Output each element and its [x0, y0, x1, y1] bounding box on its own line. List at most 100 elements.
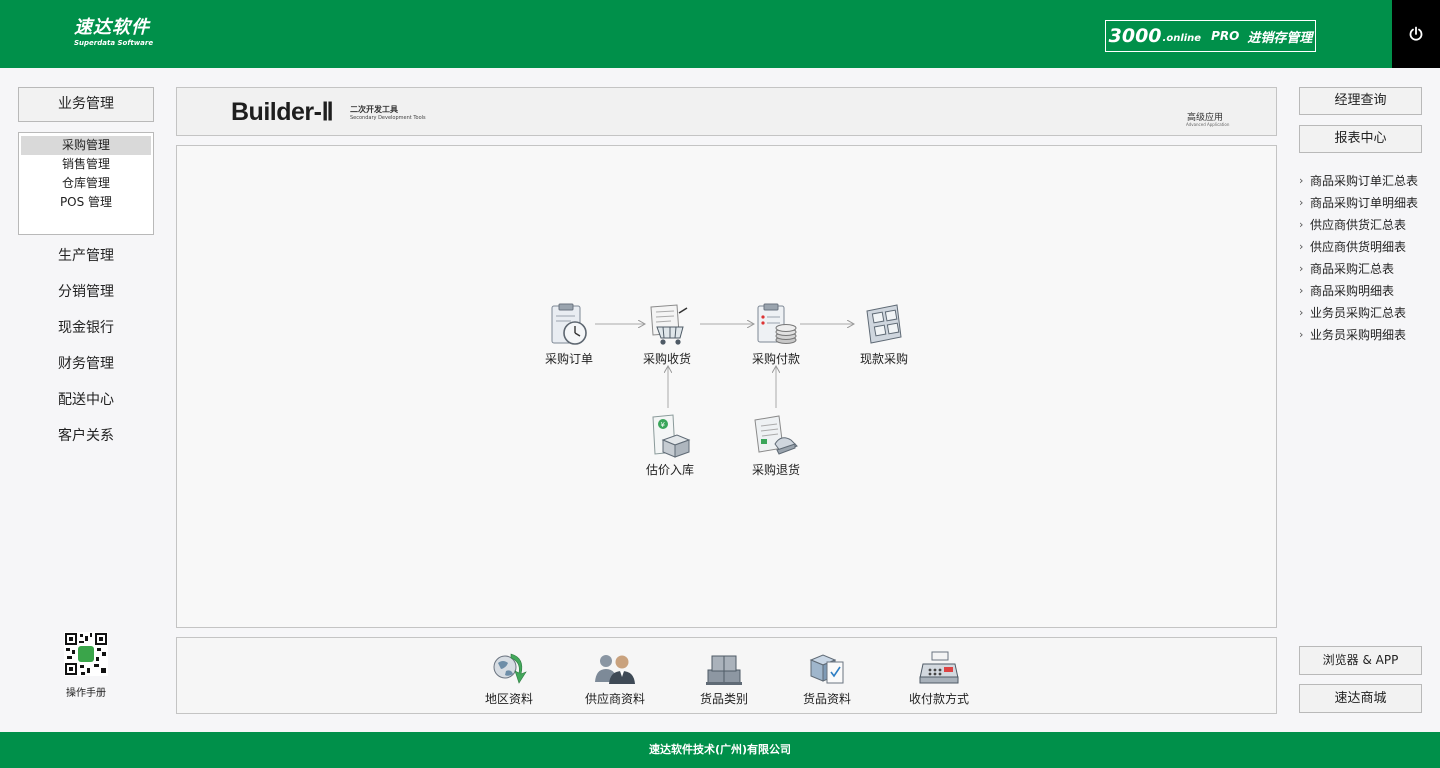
power-button[interactable] [1392, 0, 1440, 68]
boxes-stack-icon [706, 655, 742, 685]
business-submenu: 采购管理 销售管理 仓库管理 POS 管理 [18, 132, 154, 235]
report-link[interactable]: › 商品采购汇总表 [1299, 258, 1440, 280]
product-online: .online [1162, 33, 1202, 44]
tool-region-data[interactable]: 地区资料 [459, 650, 559, 707]
report-link[interactable]: › 业务员采购汇总表 [1299, 302, 1440, 324]
chevron-right-icon: › [1299, 218, 1304, 231]
business-management-button[interactable]: 业务管理 [18, 87, 154, 122]
submenu-item-sales[interactable]: 销售管理 [21, 155, 151, 174]
company-name: 速达软件技术(广州)有限公司 [648, 743, 792, 756]
calculator-icon [866, 304, 902, 344]
cash-register-icon [919, 651, 959, 684]
tool-goods-data[interactable]: 货品资料 [777, 650, 877, 707]
power-icon [1409, 26, 1423, 41]
submenu-item-pos[interactable]: POS 管理 [21, 193, 151, 212]
module-finance[interactable]: 财务管理 [18, 348, 154, 384]
clipboard-clock-icon [551, 303, 587, 345]
workflow-arrows [595, 146, 1278, 408]
chevron-right-icon: › [1299, 328, 1304, 341]
submenu-item-warehouse[interactable]: 仓库管理 [21, 174, 151, 193]
report-link[interactable]: › 供应商供货汇总表 [1299, 214, 1440, 236]
module-delivery[interactable]: 配送中心 [18, 384, 154, 420]
chevron-right-icon: › [1299, 262, 1304, 275]
node-label: 采购订单 [544, 352, 593, 366]
banner-title: Builder-Ⅱ [231, 98, 334, 126]
tool-label: 货品资料 [802, 692, 851, 706]
report-label: 商品采购订单汇总表 [1310, 174, 1419, 188]
tool-supplier-data[interactable]: 供应商资料 [565, 650, 665, 707]
money-box-icon: ¥ [652, 414, 691, 458]
return-receipt-icon [754, 415, 798, 455]
node-purchase-receive[interactable]: 采购收货 [622, 303, 712, 367]
module-distribution[interactable]: 分销管理 [18, 276, 154, 312]
product-number: 3000 [1108, 25, 1162, 47]
node-label: 估价入库 [645, 463, 694, 477]
manual-link[interactable]: 操作手册 [56, 632, 116, 699]
tool-payment-method[interactable]: 收付款方式 [889, 650, 989, 707]
people-icon [595, 655, 635, 684]
tool-label: 货品类别 [699, 692, 748, 706]
tool-label: 收付款方式 [908, 692, 969, 706]
node-purchase-return[interactable]: 采购退货 [731, 414, 821, 478]
builder-banner[interactable]: Builder-Ⅱ 二次开发工具 Secondary Development T… [176, 87, 1277, 136]
report-label: 业务员采购明细表 [1310, 328, 1407, 342]
node-purchase-payment[interactable]: 采购付款 [731, 303, 821, 367]
chevron-right-icon: › [1299, 196, 1304, 209]
node-label: 现款采购 [859, 352, 908, 366]
advanced-app-en: Advanced Application [1186, 122, 1230, 127]
report-label: 供应商供货汇总表 [1310, 218, 1407, 232]
base-data-toolbar: 地区资料 供应商资料 货品类别 货品资料 收付款方式 [176, 637, 1277, 714]
product-name: 进销存管理 [1247, 30, 1313, 46]
node-cash-purchase[interactable]: 现款采购 [839, 303, 929, 367]
report-label: 商品采购明细表 [1310, 284, 1395, 298]
logo-text-cn: 速达软件 [74, 17, 150, 38]
module-production[interactable]: 生产管理 [18, 240, 154, 276]
node-label: 采购退货 [751, 463, 800, 477]
banner-subtitle-en: Secondary Development Tools [350, 115, 426, 121]
mall-button[interactable]: 速达商城 [1299, 684, 1422, 713]
chevron-right-icon: › [1299, 240, 1304, 253]
report-link[interactable]: › 商品采购订单汇总表 [1299, 170, 1440, 192]
report-link[interactable]: › 商品采购订单明细表 [1299, 192, 1440, 214]
submenu-item-purchase[interactable]: 采购管理 [21, 136, 151, 155]
manager-query-button[interactable]: 经理查询 [1299, 87, 1422, 115]
logo-text-en: Superdata Software [74, 39, 154, 47]
report-link[interactable]: › 商品采购明细表 [1299, 280, 1440, 302]
workflow-canvas: 采购订单 采购收货 采购付款 现款采购 ¥ 估价入库 采购退货 [176, 145, 1277, 628]
app-header: 速达软件 Superdata Software 3000 .online PRO… [0, 0, 1440, 68]
report-label: 供应商供货明细表 [1310, 240, 1407, 254]
qr-code-icon [64, 632, 108, 676]
module-crm[interactable]: 客户关系 [18, 420, 154, 456]
module-cash-bank[interactable]: 现金银行 [18, 312, 154, 348]
product-badge: 3000 .online PRO 进销存管理 [1105, 20, 1316, 52]
globe-arrow-icon [493, 653, 527, 684]
tool-label: 地区资料 [484, 692, 533, 706]
tool-label: 供应商资料 [584, 692, 645, 706]
report-list: › 商品采购订单汇总表 › 商品采购订单明细表 › 供应商供货汇总表 › 供应商供货明细… [1299, 170, 1440, 346]
browser-app-button[interactable]: 浏览器 & APP [1299, 646, 1422, 675]
product-edition: PRO [1211, 29, 1240, 43]
node-label: 采购付款 [751, 352, 800, 366]
box-checklist-icon [809, 654, 844, 684]
brand-logo: 速达软件 Superdata Software [74, 17, 154, 48]
svg-text:¥: ¥ [661, 421, 666, 429]
clipboard-coins-icon [757, 303, 797, 344]
report-label: 业务员采购汇总表 [1310, 306, 1407, 320]
manual-label: 操作手册 [66, 688, 106, 699]
report-link[interactable]: › 业务员采购明细表 [1299, 324, 1440, 346]
report-link[interactable]: › 供应商供货明细表 [1299, 236, 1440, 258]
chevron-right-icon: › [1299, 284, 1304, 297]
app-footer: 速达软件技术(广州)有限公司 [0, 732, 1440, 768]
tool-goods-category[interactable]: 货品类别 [674, 650, 774, 707]
node-estimate-stock-in[interactable]: ¥ 估价入库 [625, 414, 715, 478]
node-purchase-order[interactable]: 采购订单 [524, 303, 614, 367]
report-label: 商品采购汇总表 [1310, 262, 1395, 276]
banner-subtitle-cn: 二次开发工具 [350, 105, 398, 114]
chevron-right-icon: › [1299, 174, 1304, 187]
report-center-button[interactable]: 报表中心 [1299, 125, 1422, 153]
cart-receipt-icon [650, 304, 688, 345]
module-list: 生产管理 分销管理 现金银行 财务管理 配送中心 客户关系 [18, 240, 154, 456]
chevron-right-icon: › [1299, 306, 1304, 319]
report-label: 商品采购订单明细表 [1310, 196, 1419, 210]
node-label: 采购收货 [642, 352, 691, 366]
